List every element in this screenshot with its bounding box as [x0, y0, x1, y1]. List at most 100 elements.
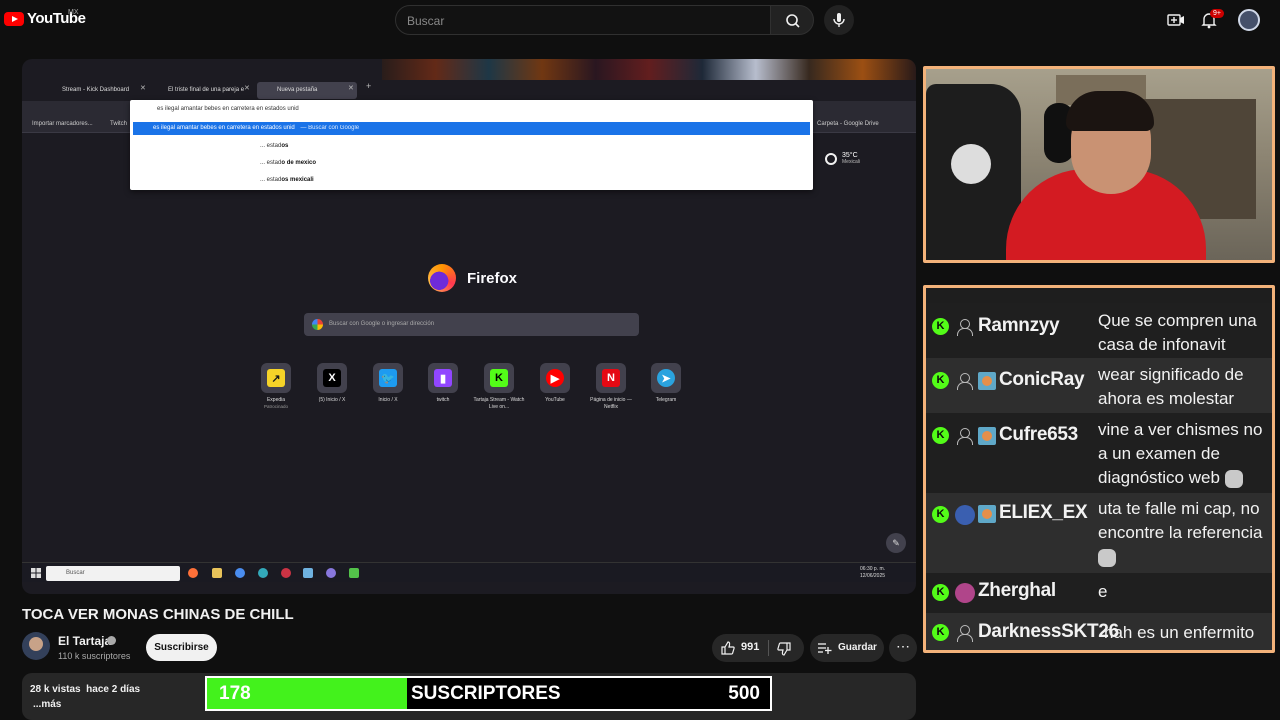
shortcut-label: YouTube [545, 397, 565, 403]
search-input[interactable]: Buscar [395, 5, 771, 35]
thumbs-down-icon[interactable] [776, 641, 792, 657]
firefox-icon [428, 264, 456, 292]
suggestion-prefix: ... estad [260, 143, 282, 149]
microphone-icon [833, 13, 845, 27]
show-more-link[interactable]: ...más [33, 699, 61, 710]
channel-name[interactable]: El Tartaja [58, 634, 111, 648]
kick-icon: K [932, 584, 949, 601]
suggestion-item[interactable]: ... estado de mexico [260, 160, 316, 166]
firefox-search-input[interactable]: Buscar con Google o ingresar dirección [304, 313, 639, 336]
video-player[interactable]: Stream - Kick Dashboard ✕ El triste fina… [22, 59, 916, 594]
chat-text: vine a ver chismes no a un examen de dia… [1098, 418, 1268, 490]
streamer-hair [1066, 91, 1154, 131]
chat-text: uta te falle mi cap, no encontre la refe… [1098, 497, 1268, 569]
shortcut-label: twitch [436, 397, 450, 403]
channel-avatar[interactable] [22, 632, 50, 660]
app-icon[interactable] [349, 568, 359, 578]
shortcut-tile[interactable]: ▶ YouTube [527, 363, 583, 404]
chat-username: ConicRay [999, 369, 1085, 390]
windows-start-icon[interactable] [31, 568, 41, 578]
discord-icon[interactable] [326, 568, 336, 578]
close-icon[interactable]: ✕ [244, 84, 250, 92]
subscriber-goal-bar: 178 SUSCRIPTORES 500 [205, 676, 772, 711]
voice-search-button[interactable] [824, 5, 854, 35]
browser-tab[interactable]: El triste final de una pareja ext [148, 82, 244, 99]
new-tab-icon[interactable]: + [366, 81, 371, 91]
suggestion-bold: o de mexico [281, 160, 317, 166]
chat-text: e [1098, 582, 1108, 601]
suggestion-selected[interactable]: es ilegal amantar bebes en carretera en … [133, 122, 810, 135]
expedia-icon: ↗ [267, 369, 285, 387]
shortcut-tile[interactable]: X (5) Inicio / X [304, 363, 360, 404]
chat-message: K ConicRay wear significado de ahora es … [926, 358, 1272, 413]
bookmark[interactable]: Carpeta - Google Drive [817, 121, 879, 127]
kick-icon: K [932, 624, 949, 641]
user-icon [956, 319, 973, 336]
save-label[interactable]: Guardar [838, 642, 877, 653]
bookmark[interactable]: Twitch [110, 121, 127, 127]
suggestion-bold: os mexicali [281, 177, 314, 183]
suggestion-item[interactable]: ... estados [260, 143, 288, 149]
shortcut-tile[interactable]: K Tartaja Stream - Watch Live on... [471, 363, 527, 410]
shortcut-label: Inicio / X [378, 397, 398, 403]
chat-message: K Ramnzyy Que se compren una casa de inf… [926, 303, 1272, 358]
shortcut-tile[interactable]: ➤ Telegram [638, 363, 694, 404]
chrome-icon[interactable] [235, 568, 245, 578]
windows-taskbar: Buscar 06:30 p. m. 12/06/2025 [22, 562, 916, 582]
taskbar-search-input[interactable]: Buscar [46, 566, 180, 581]
shortcut-tile[interactable]: 🐦 Inicio / X [360, 363, 416, 404]
edge-icon[interactable] [258, 568, 268, 578]
folder-icon[interactable] [212, 568, 222, 578]
thumbs-up-icon[interactable] [720, 640, 736, 656]
suggestion-text: es ilegal amantar bebes en carretera en … [153, 125, 295, 131]
url-suggestions-dropdown: es ilegal amantar bebes en carretera en … [130, 100, 813, 190]
cat-emote-icon [1224, 469, 1243, 488]
weather-city: Mexicali [842, 159, 861, 165]
user-avatar-icon [955, 505, 975, 525]
shortcut-icon-box: 🐦 [373, 363, 403, 393]
x-icon: X [323, 369, 341, 387]
kick-icon: K [932, 506, 949, 523]
chat-text: Que se compren una casa de infonavit [1098, 311, 1257, 354]
chat-text: wear significado de ahora es molestar [1098, 365, 1244, 408]
like-count[interactable]: 991 [741, 641, 759, 653]
chat-message: K Cufre653 vine a ver chismes no a un ex… [926, 413, 1272, 493]
shortcut-icon-box: ▶ [540, 363, 570, 393]
shortcut-icon-box: N [596, 363, 626, 393]
pencil-icon[interactable]: ✎ [886, 533, 906, 553]
close-icon[interactable]: ✕ [348, 84, 354, 92]
shortcut-icon-box: ↗ [261, 363, 291, 393]
weather-temp: 35°C [842, 152, 858, 159]
shortcut-tile[interactable]: ▮ twitch [415, 363, 471, 404]
more-options-icon[interactable]: ⋯ [889, 634, 917, 662]
chat-message: K ELIEX_EX uta te falle mi cap, no encon… [926, 493, 1272, 573]
browser-tab[interactable]: Stream - Kick Dashboard [42, 82, 142, 99]
firefox-taskbar-icon[interactable] [188, 568, 198, 578]
firefox-search-placeholder: Buscar con Google o ingresar dirección [329, 321, 435, 327]
shortcut-icon-box: ▮ [428, 363, 458, 393]
account-avatar[interactable] [1238, 9, 1260, 31]
shortcut-tile[interactable]: ↗ Expedia Patrocinado [248, 363, 304, 409]
url-input-text[interactable]: es ilegal amantar bebes en carretera en … [157, 106, 299, 112]
suggestion-suffix: — Buscar con Google [300, 125, 360, 131]
browser-tab-active[interactable]: Nueva pestaña [257, 82, 357, 99]
bookmark[interactable]: Importar marcadores... [32, 121, 93, 127]
shortcut-icon-box: K [484, 363, 514, 393]
twitch-icon: ▮ [434, 369, 452, 387]
subscribe-button[interactable]: Suscribirse [146, 634, 217, 661]
subscriber-count: 110 k suscriptores [58, 651, 131, 661]
shortcut-tile[interactable]: N Página de inicio — Netflix [583, 363, 639, 410]
taskbar-clock[interactable]: 06:30 p. m. 12/06/2025 [860, 566, 885, 579]
create-button[interactable] [1166, 10, 1186, 30]
weather-widget[interactable]: 35°C Mexicali [825, 152, 860, 165]
subscriber-badge-icon [978, 372, 996, 390]
shortcut-label: Página de inicio — Netflix [590, 397, 632, 410]
close-icon[interactable]: ✕ [140, 84, 146, 92]
suggestion-item[interactable]: ... estados mexicali [260, 177, 314, 183]
chat-text: nah es un enfermito [1104, 623, 1255, 642]
steam-icon[interactable] [303, 568, 313, 578]
obs-icon[interactable] [281, 568, 291, 578]
search-button[interactable] [770, 5, 814, 35]
suggestion-bold: os [281, 143, 289, 149]
chat-text-content: uta te falle mi cap, no encontre la refe… [1098, 499, 1263, 542]
